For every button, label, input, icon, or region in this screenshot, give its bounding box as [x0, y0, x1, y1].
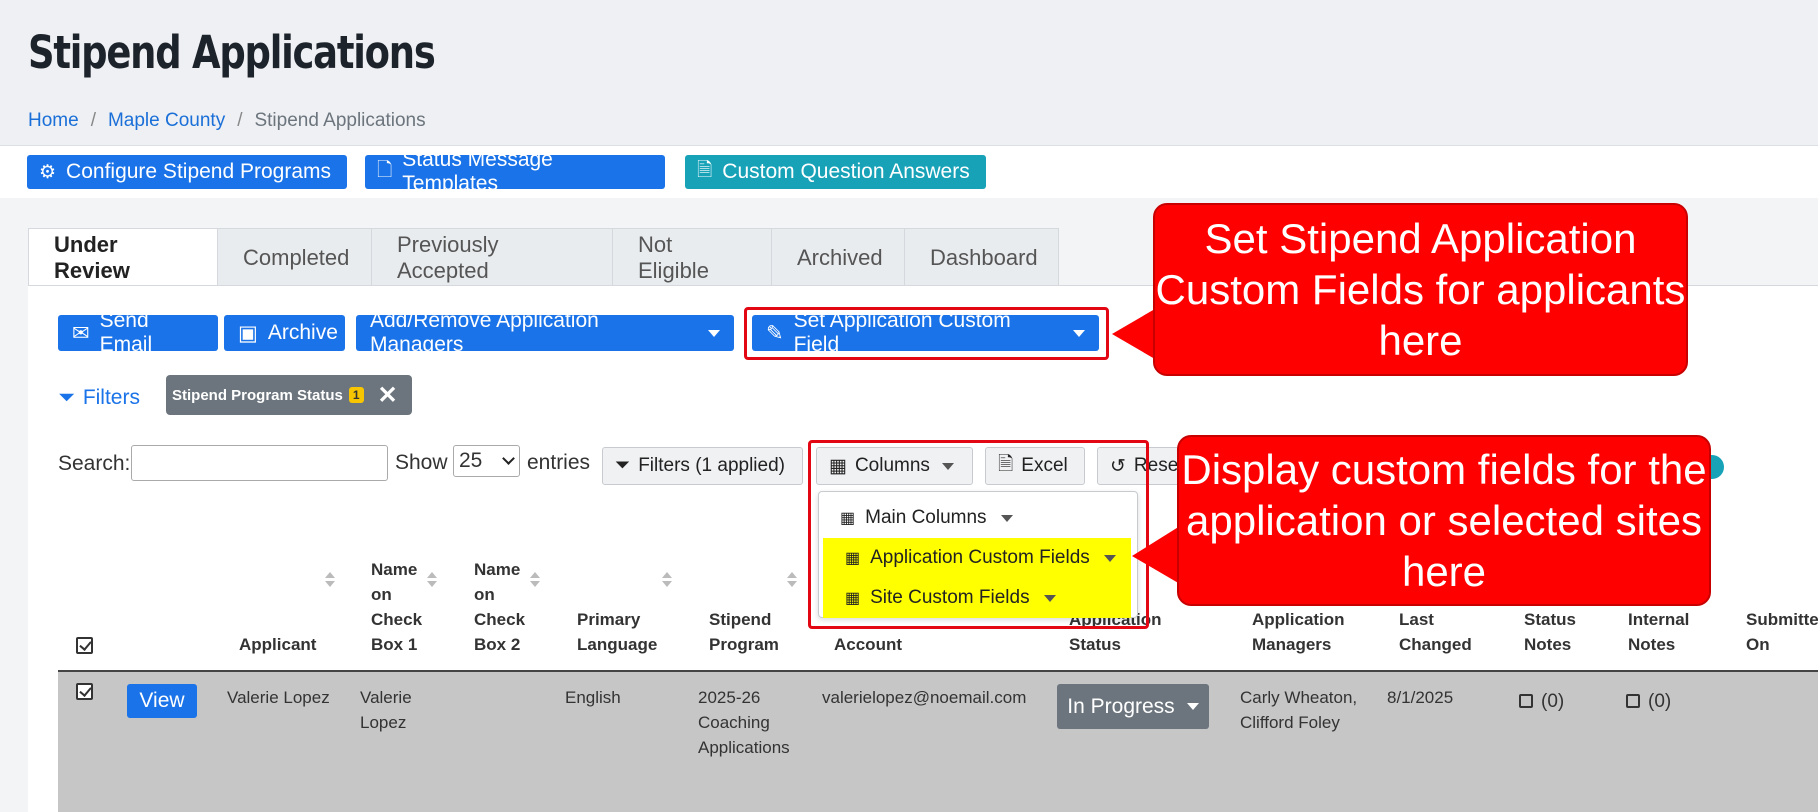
columns-callout: Display custom fields for the applicatio…	[1177, 435, 1711, 606]
custom-field-callout: Set Stipend Application Custom Fields fo…	[1153, 203, 1688, 376]
callout-pointers	[1112, 306, 1724, 584]
callout-pointer-columns	[1132, 526, 1180, 584]
